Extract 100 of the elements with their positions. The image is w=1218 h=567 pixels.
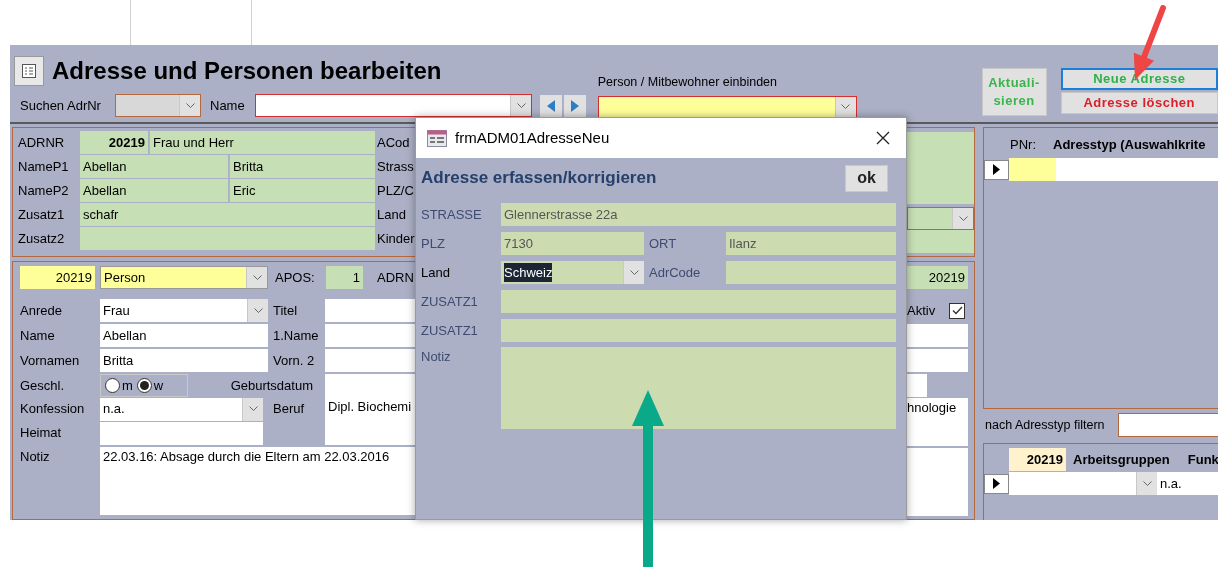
ok-button[interactable]: ok [845, 164, 888, 192]
dropdown-field[interactable] [115, 94, 201, 117]
text-field[interactable] [325, 324, 415, 347]
field-label: Name [210, 96, 246, 115]
text-field[interactable]: Dipl. Biochemi [325, 397, 415, 445]
text-field[interactable] [907, 132, 974, 204]
field-label: PNr: [1010, 136, 1037, 155]
chevron-down-icon [516, 102, 526, 109]
text-field[interactable]: Glennerstrasse 22a [501, 203, 896, 226]
field-label: Kinder [377, 229, 415, 248]
previous-button[interactable] [540, 94, 562, 117]
field-label: PLZ [421, 234, 446, 253]
dropdown-button[interactable] [834, 96, 856, 118]
field-label: Geschl. [20, 376, 66, 395]
text-field[interactable]: 7130 [501, 232, 644, 255]
text-field[interactable] [1056, 158, 1218, 181]
text-field[interactable]: Abellan [80, 179, 228, 202]
radio-button[interactable] [136, 378, 152, 393]
field-label: PLZ/C [377, 181, 415, 200]
text-field[interactable]: 20219 [20, 266, 95, 289]
record-selector[interactable] [984, 159, 1009, 180]
field-label: STRASSE [421, 205, 483, 224]
text-field[interactable] [501, 290, 896, 313]
field-label: Beruf [273, 400, 306, 418]
text-field[interactable] [907, 448, 968, 516]
form-icon [22, 64, 36, 78]
text-field[interactable]: hnologie [907, 398, 968, 446]
field-label: Land [377, 205, 407, 224]
radio-button[interactable] [105, 378, 120, 393]
field-label: Vorn. 2 [273, 351, 316, 370]
record-selector[interactable] [984, 473, 1009, 494]
field-label: NameP1 [18, 157, 70, 176]
dropdown-field[interactable] [907, 207, 974, 230]
text-field[interactable]: Britta [229, 155, 375, 178]
filter-field[interactable] [1118, 413, 1218, 437]
field-label: AdrCode [649, 263, 702, 282]
text-field[interactable] [907, 374, 927, 397]
field-label: Person / Mitbewohner einbinden [597, 74, 778, 91]
field-label: Notiz [421, 348, 452, 366]
dropdown-field[interactable]: Person [100, 266, 268, 289]
field-label: Titel [273, 301, 299, 320]
notes-field[interactable] [501, 347, 896, 429]
radio-option[interactable]: m [105, 375, 133, 396]
field-label: Adresstyp (Auswahlkrite [1053, 136, 1206, 155]
text-field[interactable] [80, 227, 375, 250]
text-field[interactable] [325, 349, 415, 372]
text-field[interactable] [501, 319, 896, 342]
field-label: ORT [649, 234, 678, 253]
dropdown-field[interactable] [255, 94, 532, 117]
form-button[interactable] [14, 56, 44, 86]
text-field[interactable] [325, 374, 415, 397]
radio-option[interactable]: w [136, 375, 164, 396]
text-field[interactable] [907, 230, 974, 253]
field-label: ADRNR [18, 133, 66, 152]
text-field[interactable]: Abellan [80, 155, 228, 178]
text-field[interactable] [100, 421, 263, 445]
form-icon [427, 129, 447, 147]
field-label: Vornamen [20, 351, 81, 370]
field-label: ZUSATZ1 [421, 321, 479, 340]
checkmark-icon [951, 306, 963, 315]
dropdown-field[interactable] [1009, 472, 1157, 495]
text-field[interactable]: schafr [80, 203, 375, 226]
next-button[interactable] [564, 94, 586, 117]
close-button[interactable] [874, 129, 892, 147]
text-field[interactable]: Abellan [100, 324, 268, 347]
field-label: Geburtsdatum [229, 376, 314, 395]
dropdown-field[interactable]: n.a. [100, 397, 263, 421]
text-field[interactable] [325, 299, 415, 322]
dropdown-field[interactable]: Frau [100, 299, 268, 322]
text-field[interactable]: Frau und Herr [149, 131, 375, 154]
text-field[interactable] [726, 261, 896, 284]
field-label: Konfession [20, 400, 86, 419]
action-button[interactable]: Adresse löschen [1060, 92, 1218, 114]
field-label: Zusatz1 [18, 205, 66, 224]
text-field[interactable]: Ilanz [726, 232, 896, 255]
text-field[interactable]: Britta [100, 349, 268, 372]
notes-field[interactable]: 22.03.16: Absage durch die Eltern am 22.03.2016 [100, 447, 415, 515]
text-field[interactable] [1009, 158, 1056, 181]
text-field[interactable] [907, 324, 968, 347]
triangle-right-icon [993, 478, 1000, 489]
chevron-down-icon [253, 307, 263, 314]
field-label: Suchen AdrNr [20, 96, 102, 115]
field-label: NameP2 [18, 181, 70, 200]
text-field[interactable]: n.a. [1157, 472, 1218, 495]
field-label: Heimat [20, 424, 63, 443]
field-label: Strass [377, 157, 415, 176]
close-icon [876, 131, 890, 145]
field-label: Funk [1187, 450, 1218, 469]
text-field[interactable]: 20219 [80, 131, 148, 154]
checkbox[interactable] [949, 302, 965, 319]
text-field[interactable] [907, 349, 968, 372]
field-label: ACod [377, 133, 411, 152]
text-field[interactable]: 20219 [1009, 448, 1066, 471]
text-field[interactable]: 20219 [907, 266, 968, 289]
text-field[interactable]: Eric [229, 179, 375, 202]
dropdown-field[interactable]: Schweiz [501, 261, 644, 284]
document-tab[interactable] [130, 0, 252, 45]
dropdown-field[interactable] [597, 95, 857, 119]
text-field[interactable]: 1 [326, 266, 363, 289]
field-label: Anrede [20, 301, 63, 320]
